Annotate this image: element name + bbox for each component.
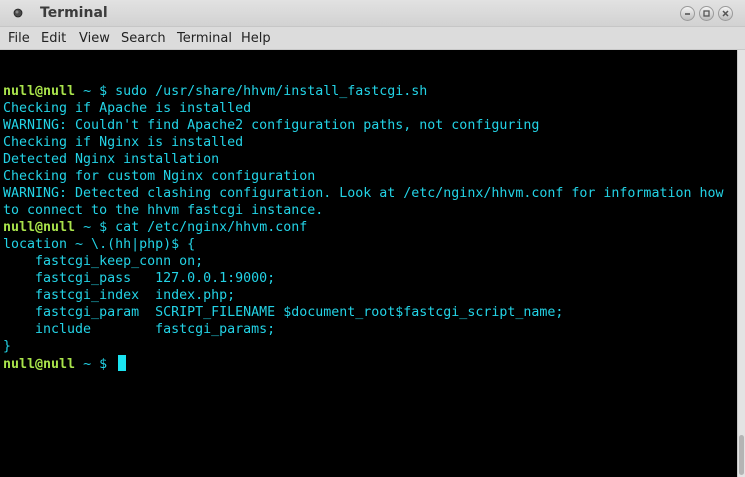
maximize-button[interactable]	[699, 6, 714, 21]
terminal-line: }	[3, 339, 12, 354]
window-title: Terminal	[40, 5, 108, 21]
prompt-user-host: null@null	[3, 220, 76, 235]
title-bar[interactable]: Terminal	[0, 0, 745, 27]
command-text: cat /etc/nginx/hhvm.conf	[115, 220, 308, 235]
prompt-user-host: null@null	[3, 357, 76, 372]
terminal-window: Terminal File Edit View Search Terminal …	[0, 0, 745, 477]
terminal-line: Checking for custom Nginx configuration	[3, 169, 316, 184]
terminal-line: null@null ~ $ cat /etc/nginx/hhvm.conf	[3, 219, 307, 236]
menu-file[interactable]: File	[8, 31, 30, 46]
terminal-line: include fastcgi_params;	[3, 322, 276, 337]
prompt-user-host: null@null	[3, 84, 76, 99]
menu-view[interactable]: View	[79, 31, 110, 46]
terminal-line: fastcgi_index index.php;	[3, 288, 236, 303]
terminal-line: fastcgi_pass 127.0.0.1:9000;	[3, 271, 276, 286]
prompt-path: ~ $	[75, 84, 116, 99]
terminal-line: WARNING: Couldn't find Apache2 configura…	[3, 118, 540, 133]
menu-edit[interactable]: Edit	[41, 31, 66, 46]
menu-terminal[interactable]: Terminal	[177, 31, 232, 46]
maximize-icon	[703, 10, 710, 17]
terminal-line: Checking if Apache is installed	[3, 101, 252, 116]
text-cursor	[118, 355, 127, 371]
command-text: sudo /usr/share/hhvm/install_fastcgi.sh	[115, 84, 428, 99]
terminal-line: WARNING: Detected clashing configuration…	[3, 186, 724, 201]
menu-bar: File Edit View Search Terminal Help	[0, 27, 745, 50]
prompt-path: ~ $	[75, 357, 116, 372]
close-button[interactable]	[718, 6, 733, 21]
terminal-line: fastcgi_param SCRIPT_FILENAME $document_…	[3, 305, 564, 320]
terminal-line: fastcgi_keep_conn on;	[3, 254, 204, 269]
vertical-scrollbar[interactable]	[737, 50, 745, 477]
minimize-button[interactable]	[680, 6, 695, 21]
menu-help[interactable]: Help	[241, 31, 271, 46]
close-icon	[722, 10, 729, 17]
terminal-line: Detected Nginx installation	[3, 152, 220, 167]
terminal-line: null@null ~ $	[3, 355, 127, 372]
scrollbar-thumb[interactable]	[739, 435, 744, 475]
prompt-path: ~ $	[75, 220, 116, 235]
terminal-line: location ~ \.(hh|php)$ {	[3, 237, 196, 252]
terminal-line: to connect to the hhvm fastcgi instance.	[3, 203, 324, 218]
terminal-line: Checking if Nginx is installed	[3, 135, 244, 150]
minimize-icon	[685, 13, 690, 15]
terminal-output[interactable]: null@null ~ $ sudo /usr/share/hhvm/insta…	[0, 50, 737, 477]
terminal-app-icon	[13, 8, 23, 18]
terminal-line: null@null ~ $ sudo /usr/share/hhvm/insta…	[3, 83, 427, 100]
menu-search[interactable]: Search	[121, 31, 166, 46]
